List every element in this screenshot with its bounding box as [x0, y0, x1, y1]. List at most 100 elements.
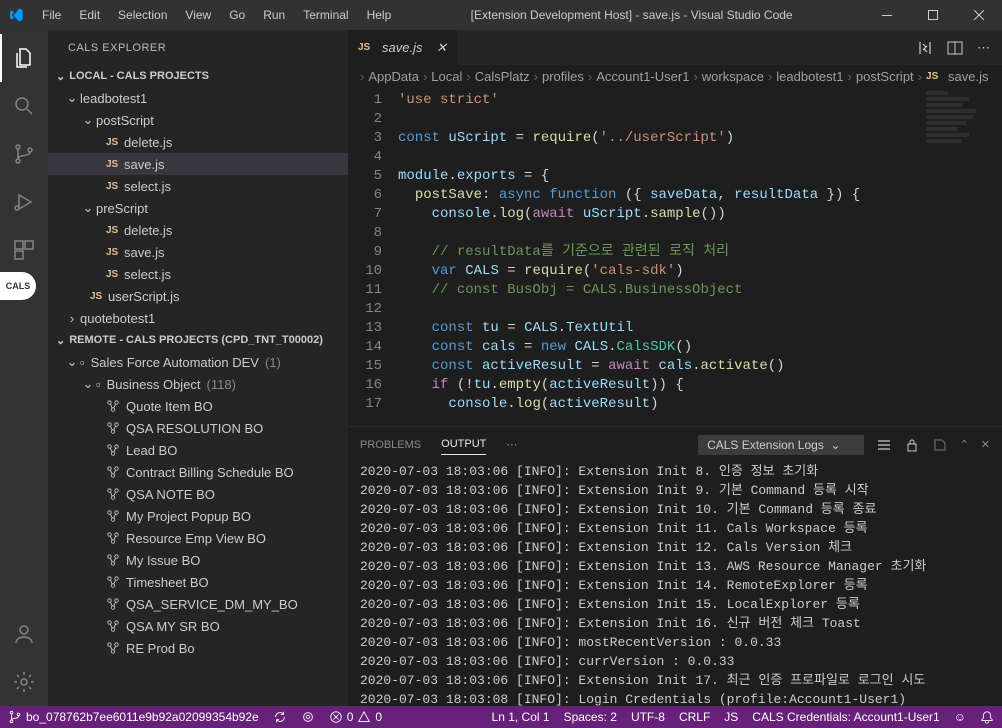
output-content[interactable]: 2020-07-03 18:03:06 [INFO]: Extension In… [348, 462, 1002, 706]
tree-bo-item[interactable]: QSA MY SR BO [48, 615, 348, 637]
menu-terminal[interactable]: Terminal [295, 4, 356, 26]
tree-folder-postscript[interactable]: ⌄postScript [48, 109, 348, 131]
status-sync[interactable] [273, 710, 287, 724]
code-editor[interactable]: 1234567891011121314151617 'use strict' c… [348, 87, 1002, 426]
tree-bo-item[interactable]: Quote Item BO [48, 395, 348, 417]
bo-icon [106, 509, 120, 523]
bo-icon [106, 619, 120, 633]
code-content[interactable]: 'use strict' const uScript = require('..… [398, 87, 922, 426]
status-remote[interactable] [301, 710, 315, 724]
cals-badge-icon[interactable]: CALS [0, 272, 36, 300]
tree-file-select-js[interactable]: JSselect.js [48, 175, 348, 197]
titlebar: File Edit Selection View Go Run Terminal… [0, 0, 1002, 30]
minimap[interactable] [922, 87, 1002, 426]
tree-file-select-js-2[interactable]: JSselect.js [48, 263, 348, 285]
status-encoding[interactable]: UTF-8 [631, 710, 665, 724]
remote-icon [301, 710, 315, 724]
chevron-down-icon: ⌄ [80, 112, 96, 128]
status-credentials[interactable]: CALS Credentials: Account1-User1 [752, 710, 939, 724]
tree-bo-item[interactable]: QSA RESOLUTION BO [48, 417, 348, 439]
compare-icon[interactable] [917, 40, 933, 56]
tree-file-save-js[interactable]: JSsave.js [48, 153, 348, 175]
menu-edit[interactable]: Edit [71, 4, 108, 26]
bottom-panel: PROBLEMS OUTPUT ⋯ CALS Extension Logs ⌄ … [348, 426, 1002, 706]
tab-close-icon[interactable]: ✕ [436, 40, 447, 56]
menu-bar: File Edit Selection View Go Run Terminal… [34, 4, 399, 26]
status-feedback-icon[interactable]: ☺ [954, 710, 966, 724]
menu-help[interactable]: Help [359, 4, 400, 26]
tab-save-js[interactable]: JS save.js ✕ [348, 30, 458, 65]
menu-selection[interactable]: Selection [110, 4, 175, 26]
js-icon: JS [106, 181, 124, 192]
folder-icon: ▫ [96, 377, 101, 392]
tree-file-userscript-js[interactable]: JSuserScript.js [48, 285, 348, 307]
chevron-down-icon: ⌄ [80, 200, 96, 216]
chevron-up-icon[interactable]: ⌃ [960, 438, 969, 451]
activity-debug[interactable] [0, 178, 48, 226]
activity-extensions[interactable] [0, 226, 48, 274]
bo-icon [106, 399, 120, 413]
tree-bo-item[interactable]: Timesheet BO [48, 571, 348, 593]
tree-folder-leadbotest1[interactable]: ⌄leadbotest1 [48, 87, 348, 109]
status-bell-icon[interactable] [980, 710, 994, 724]
branch-icon [8, 710, 22, 724]
menu-view[interactable]: View [177, 4, 219, 26]
tree-bo-item[interactable]: My Project Popup BO [48, 505, 348, 527]
split-editor-icon[interactable] [947, 40, 963, 56]
vscode-icon [8, 7, 24, 23]
menu-run[interactable]: Run [255, 4, 293, 26]
panel-tab-output[interactable]: OUTPUT [441, 434, 486, 455]
tree-bo-item[interactable]: QSA_SERVICE_DM_MY_BO [48, 593, 348, 615]
bo-icon [106, 641, 120, 655]
chevron-down-icon: ⌄ [56, 334, 65, 347]
output-channel-select[interactable]: CALS Extension Logs ⌄ [698, 435, 863, 455]
chevron-down-icon: ⌄ [64, 354, 80, 370]
warning-icon [357, 710, 371, 724]
lock-icon[interactable] [904, 437, 920, 453]
activity-scm[interactable] [0, 130, 48, 178]
tree-folder-quotebotest1[interactable]: ›quotebotest1 [48, 307, 348, 329]
panel-close-icon[interactable]: ✕ [981, 438, 990, 451]
tree-sfa[interactable]: ⌄▫Sales Force Automation DEV(1) [48, 351, 348, 373]
open-file-icon[interactable] [932, 437, 948, 453]
tree-bo-item[interactable]: Resource Emp View BO [48, 527, 348, 549]
window-title: [Extension Development Host] - save.js -… [399, 8, 864, 22]
tree-bo-item[interactable]: Contract Billing Schedule BO [48, 461, 348, 483]
tree-bo-item[interactable]: My Issue BO [48, 549, 348, 571]
status-eol[interactable]: CRLF [679, 710, 710, 724]
sync-icon [273, 710, 287, 724]
status-spaces[interactable]: Spaces: 2 [564, 710, 617, 724]
activity-account[interactable] [0, 610, 48, 658]
minimize-button[interactable] [864, 0, 910, 30]
status-cursor[interactable]: Ln 1, Col 1 [492, 710, 550, 724]
status-language[interactable]: JS [724, 710, 738, 724]
maximize-button[interactable] [910, 0, 956, 30]
tree-folder-prescript[interactable]: ⌄preScript [48, 197, 348, 219]
tree-file-save-js-2[interactable]: JSsave.js [48, 241, 348, 263]
tree-bo-item[interactable]: Lead BO [48, 439, 348, 461]
tree-bo-item[interactable]: QSA NOTE BO [48, 483, 348, 505]
panel-tab-problems[interactable]: PROBLEMS [360, 435, 421, 455]
activity-explorer[interactable] [0, 34, 48, 82]
more-icon[interactable]: ⋯ [506, 438, 517, 451]
status-bar: bo_078762b7ee6011e9b92a02099354b92e 0 0 … [0, 706, 1002, 728]
menu-go[interactable]: Go [221, 4, 253, 26]
section-remote-header[interactable]: ⌄ REMOTE - CALS PROJECTS (CPD_TNT_T00002… [48, 329, 348, 351]
status-branch[interactable]: bo_078762b7ee6011e9b92a02099354b92e [8, 710, 259, 724]
breadcrumb[interactable]: ›AppData ›Local ›CalsPlatz ›profiles ›Ac… [348, 65, 1002, 87]
activity-settings[interactable] [0, 658, 48, 706]
more-icon[interactable]: ⋯ [977, 40, 990, 56]
tree-bo-item[interactable]: RE Prod Bo [48, 637, 348, 659]
section-local-header[interactable]: ⌄ LOCAL - CALS PROJECTS [48, 65, 348, 87]
tree-file-delete-js-2[interactable]: JSdelete.js [48, 219, 348, 241]
status-problems[interactable]: 0 0 [329, 710, 382, 724]
js-icon: JS [106, 159, 124, 170]
tree-file-delete-js[interactable]: JSdelete.js [48, 131, 348, 153]
close-button[interactable] [956, 0, 1002, 30]
js-icon: JS [106, 137, 124, 148]
menu-file[interactable]: File [34, 4, 69, 26]
bo-icon [106, 575, 120, 589]
tree-business-object[interactable]: ⌄▫Business Object(118) [48, 373, 348, 395]
activity-search[interactable] [0, 82, 48, 130]
clear-output-icon[interactable] [876, 437, 892, 453]
